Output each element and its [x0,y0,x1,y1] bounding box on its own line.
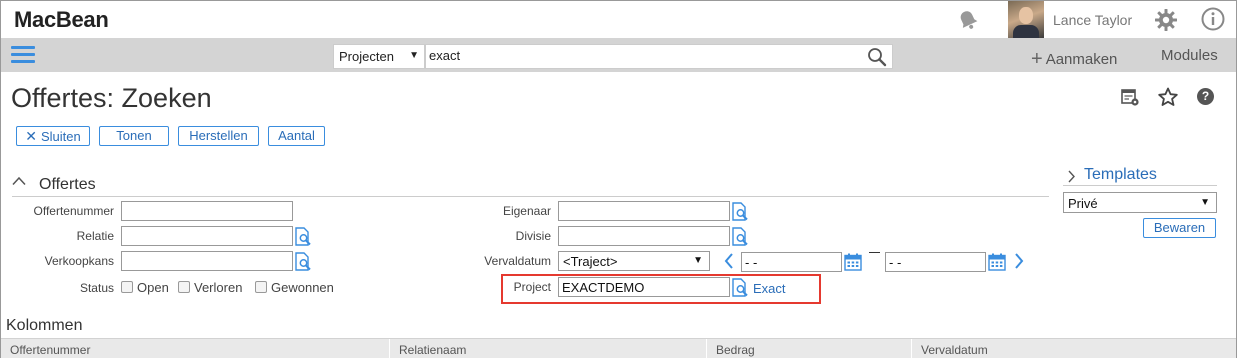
columns-title: Kolommen [6,317,83,334]
column-header[interactable]: Offertenummer [10,343,90,357]
show-button[interactable]: Tonen [99,126,169,146]
dropdown-arrow-icon: ▼ [409,50,419,61]
vervaldatum-from-field[interactable]: - - [741,252,842,272]
search-input[interactable]: exact [425,44,893,69]
app-logo[interactable]: MacBean [14,7,109,33]
verkoopkans-label: Verkoopkans [44,254,114,268]
star-icon[interactable] [1158,87,1178,107]
chevron-right-icon[interactable] [1067,170,1076,183]
status-open-checkbox[interactable]: Open [121,280,169,295]
status-label: Status [79,281,114,295]
project-resolved-link[interactable]: Exact [753,281,786,296]
template-select[interactable]: Privé ▼ [1063,192,1217,213]
lookup-icon[interactable] [730,202,750,222]
checkbox[interactable] [121,281,133,293]
relatie-field[interactable] [121,226,293,246]
divisie-field[interactable] [558,226,730,246]
range-separator [869,252,880,253]
report-settings-icon[interactable] [1120,87,1140,107]
create-button[interactable]: + Aanmaken [1031,47,1117,70]
menu-icon[interactable] [11,46,35,64]
offertenummer-field[interactable] [121,201,293,221]
page-title: Offertes: Zoeken [11,83,212,113]
status-open-label: Open [137,280,169,295]
calendar-icon[interactable] [988,253,1006,271]
info-icon[interactable] [1201,7,1225,31]
vervaldatum-range-select[interactable]: <Traject> ▼ [558,251,710,271]
section-title: Offertes [39,176,96,193]
column-separator [706,339,707,358]
count-button[interactable]: Aantal [268,126,325,146]
vervaldatum-to-field[interactable]: - - [885,252,986,272]
dropdown-arrow-icon: ▼ [693,255,703,266]
search-scope-select[interactable]: Projecten ▼ [333,44,425,69]
relatie-label: Relatie [76,229,114,243]
avatar[interactable] [1008,1,1044,38]
create-label: Aanmaken [1045,51,1118,68]
lookup-icon[interactable] [730,278,750,298]
search-icon[interactable] [867,47,887,67]
checkbox[interactable] [178,281,190,293]
eigenaar-field[interactable] [558,201,730,221]
eigenaar-label: Eigenaar [502,204,551,218]
status-verloren-checkbox[interactable]: Verloren [178,280,242,295]
checkbox[interactable] [255,281,267,293]
chevron-up-icon[interactable] [12,176,26,186]
lookup-icon[interactable] [293,252,313,272]
gear-icon[interactable] [1154,8,1178,32]
close-button[interactable]: ✕ Sluiten [16,126,90,146]
template-select-value: Privé [1068,196,1098,211]
plus-icon: + [1031,48,1043,70]
close-icon: ✕ [25,128,37,144]
column-header[interactable]: Vervaldatum [921,343,988,357]
lookup-icon[interactable] [730,227,750,247]
divisie-label: Divisie [515,229,551,243]
verkoopkans-field[interactable] [121,251,293,271]
reset-button[interactable]: Herstellen [178,126,259,146]
user-name[interactable]: Lance Taylor [1053,12,1132,28]
vervaldatum-range-value: <Traject> [563,254,618,269]
column-separator [911,339,912,358]
project-label: Project [513,280,551,294]
column-header[interactable]: Relatienaam [399,343,466,357]
bell-icon[interactable] [956,8,980,32]
dropdown-arrow-icon: ▼ [1200,197,1210,208]
column-separator [389,339,390,358]
save-template-button[interactable]: Bewaren [1143,218,1216,238]
section-header[interactable]: Offertes [12,173,1049,197]
nav-bar: Projecten ▼ exact + Aanmaken Modules [1,38,1236,72]
templates-title: Templates [1084,166,1157,183]
search-scope-value: Projecten [339,49,394,64]
modules-button[interactable]: Modules [1161,47,1218,64]
calendar-icon[interactable] [844,253,862,271]
chevron-left-icon[interactable] [723,252,735,270]
top-bar: MacBean Lance Taylor [1,1,1236,38]
close-label: Sluiten [40,129,81,144]
vervaldatum-label: Vervaldatum [484,254,551,268]
offertenummer-label: Offertenummer [33,204,114,218]
column-header[interactable]: Bedrag [716,343,755,357]
column-header-row: Offertenummer Relatienaam Bedrag Vervald… [1,338,1236,358]
project-field[interactable]: EXACTDEMO [558,277,730,297]
chevron-right-icon[interactable] [1013,252,1025,270]
templates-header[interactable]: Templates [1063,166,1217,186]
status-gewonnen-label: Gewonnen [271,280,334,295]
status-gewonnen-checkbox[interactable]: Gewonnen [255,280,334,295]
help-icon[interactable]: ? [1197,88,1214,105]
status-verloren-label: Verloren [194,280,243,295]
lookup-icon[interactable] [293,227,313,247]
